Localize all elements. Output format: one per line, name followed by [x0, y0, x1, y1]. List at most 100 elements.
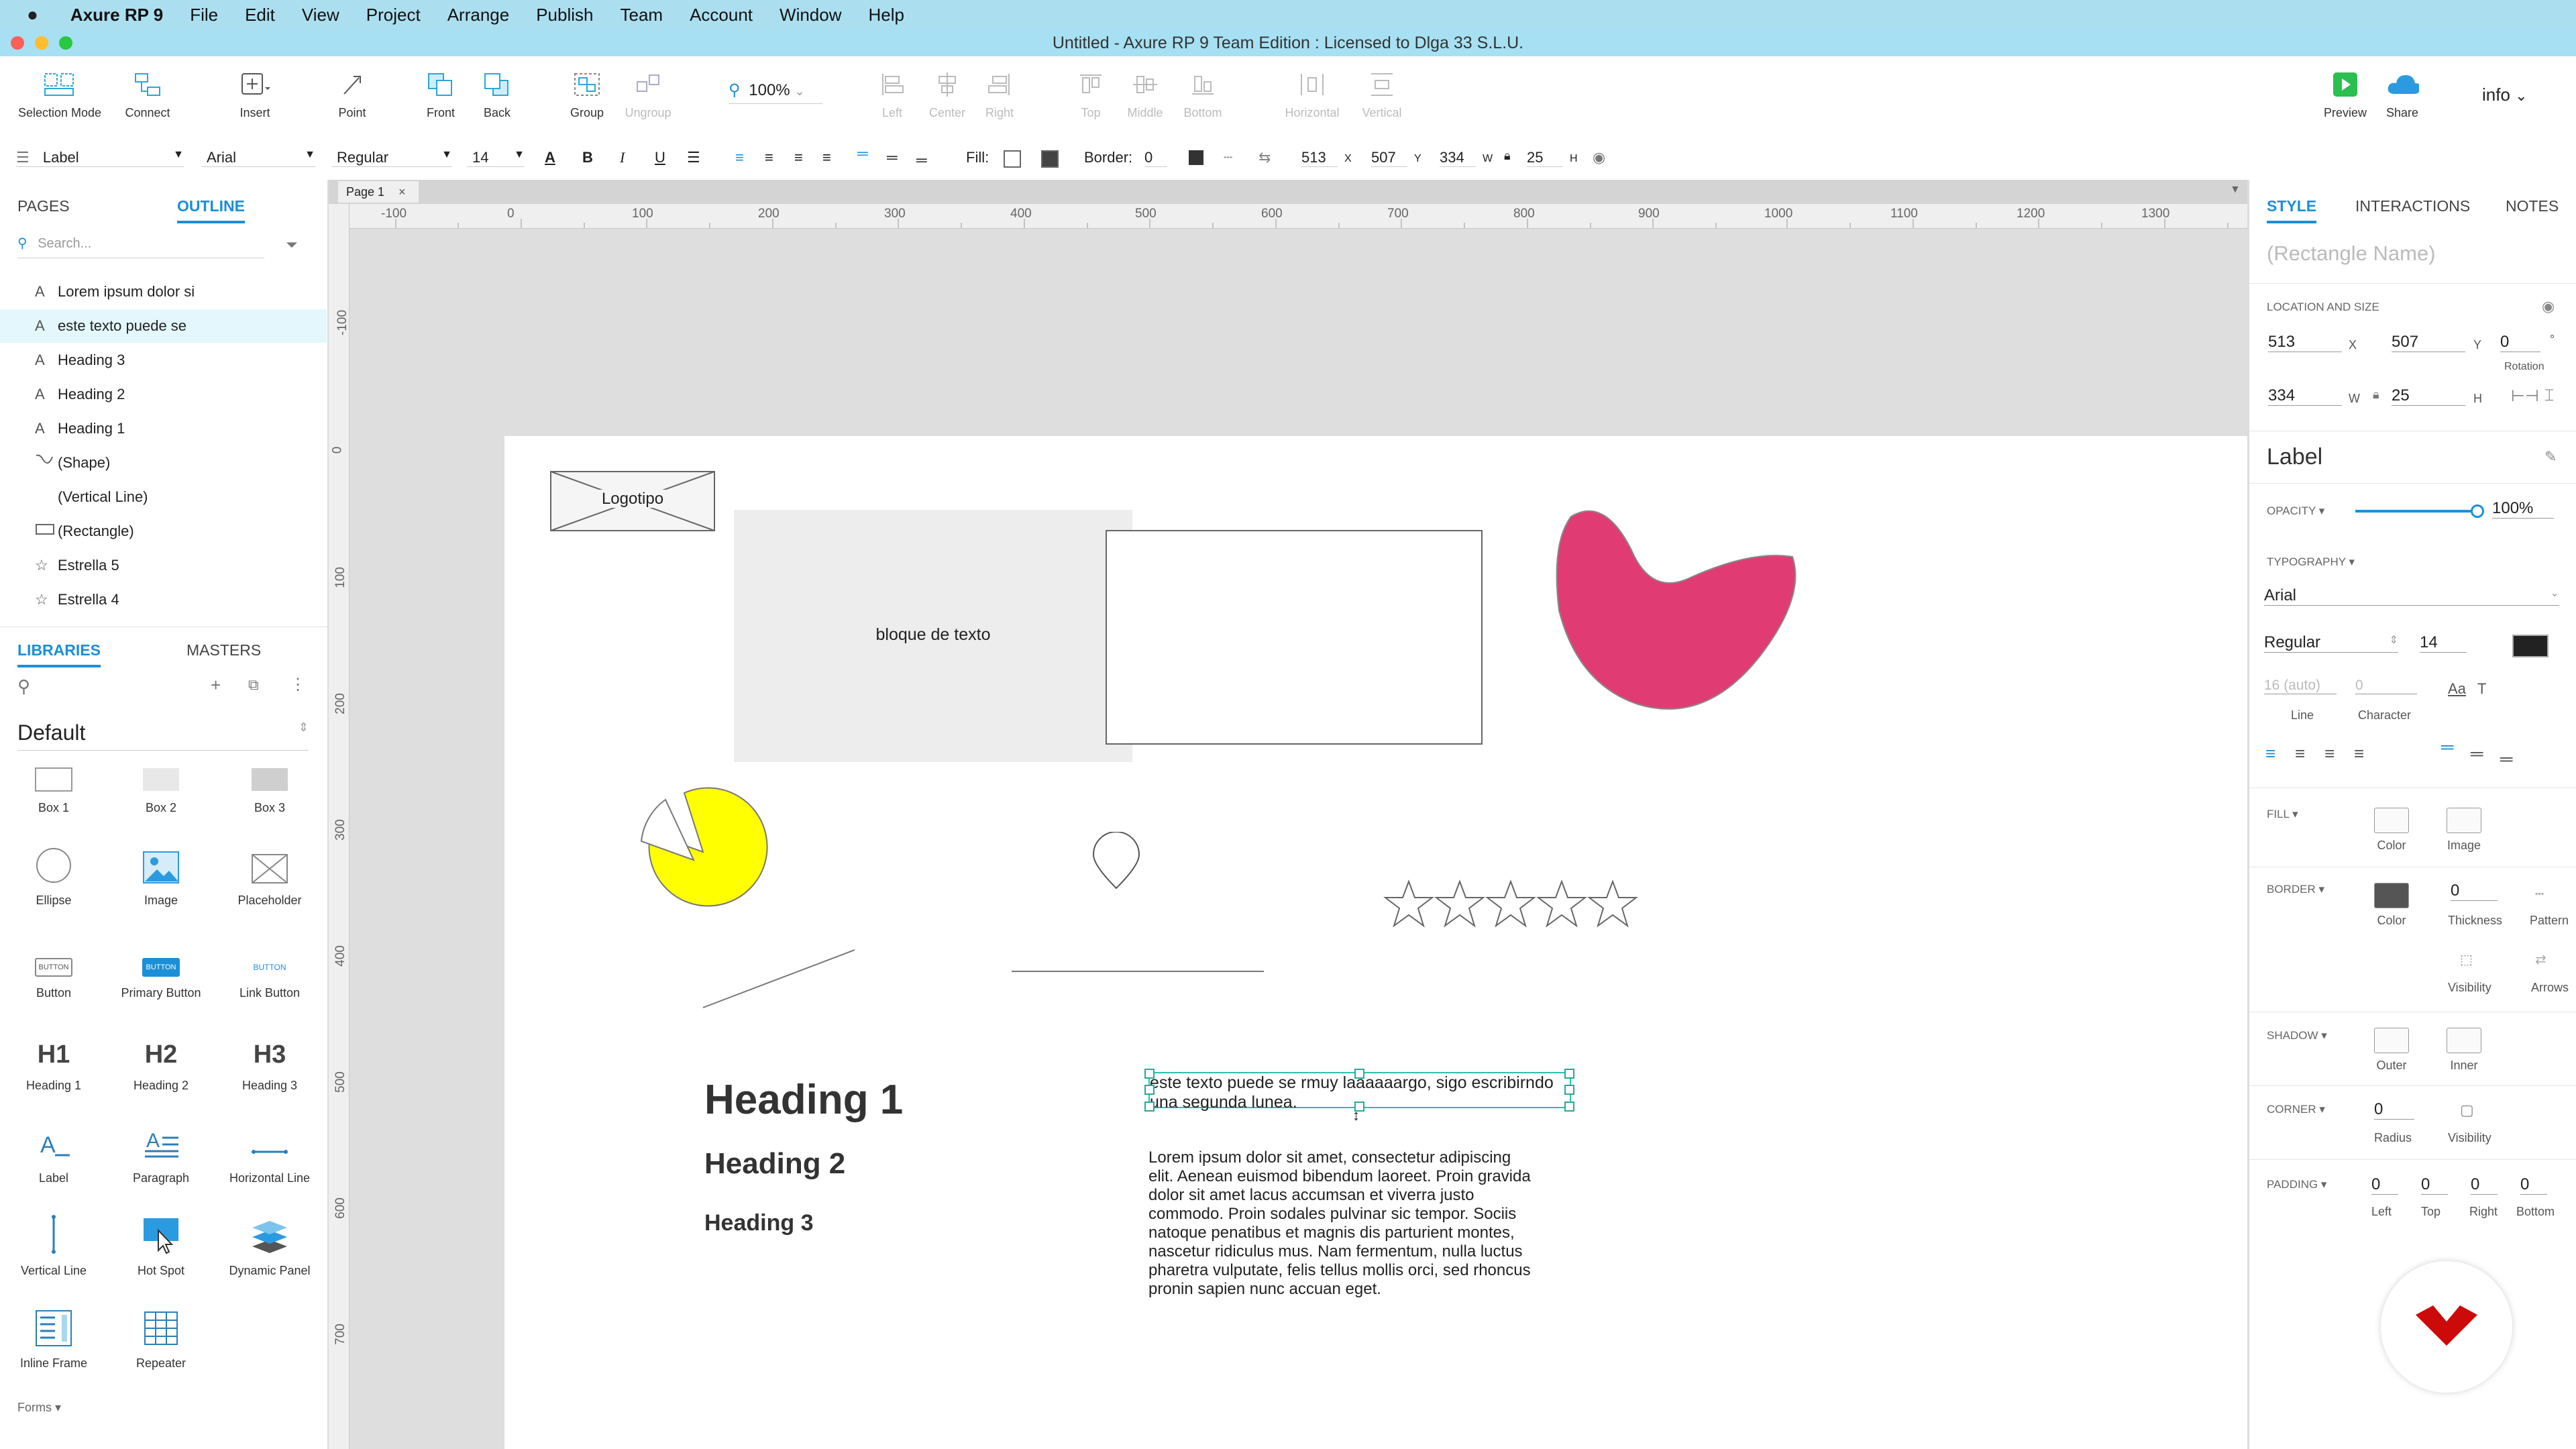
ungroup-button[interactable]: Ungroup	[621, 70, 675, 120]
border-arrows-icon[interactable]: ⇆	[1258, 149, 1271, 166]
widget-dynamic-panel[interactable]: Dynamic Panel	[223, 1208, 317, 1278]
distribute-horizontal-button[interactable]: Horizontal	[1280, 70, 1344, 120]
bullet-list-icon[interactable]: ☰	[687, 149, 700, 166]
outline-item[interactable]: ☆ Estrella 5	[0, 549, 327, 582]
horizontal-line-shape[interactable]	[1012, 971, 1264, 972]
text-block-box[interactable]: bloque de texto	[734, 510, 1132, 762]
resize-handle[interactable]	[1564, 1085, 1574, 1095]
widget-box-1[interactable]: Box 1	[7, 745, 101, 815]
opacity-slider-thumb[interactable]	[2471, 504, 2484, 518]
selection-mode-button[interactable]: Selection Mode	[16, 70, 103, 120]
minimize-window-button[interactable]	[35, 36, 48, 50]
library-search-icon[interactable]: ⚲	[17, 676, 30, 697]
diagonal-line-shape[interactable]	[699, 946, 860, 1013]
menu-publish[interactable]: Publish	[536, 5, 593, 25]
align-right-button[interactable]: Right	[981, 70, 1018, 120]
valign-top-icon[interactable]: ═	[857, 145, 868, 162]
valign-bottom-icon[interactable]: ═	[2500, 749, 2512, 769]
more-options-icon[interactable]: ⋮	[290, 675, 306, 694]
opacity-field[interactable]: 100%	[2492, 499, 2554, 519]
paragraph-text[interactable]: Lorem ipsum dolor sit amet, consectetur …	[1148, 1148, 1531, 1299]
fit-width-icon[interactable]: ⊢⊣	[2511, 386, 2539, 406]
resize-handle[interactable]	[1144, 1069, 1155, 1079]
arrows-icon[interactable]: ⇄	[2535, 951, 2546, 968]
outline-item[interactable]: (Shape)	[0, 446, 327, 480]
design-page[interactable]: Logotipo bloque de texto Heading 1 Headi…	[504, 436, 2247, 1449]
align-middle-button[interactable]: Middle	[1122, 70, 1169, 120]
menu-edit[interactable]: Edit	[245, 5, 275, 25]
border-pattern-icon[interactable]: ┄	[2535, 885, 2544, 903]
align-bottom-button[interactable]: Bottom	[1179, 70, 1226, 120]
widget-heading-1[interactable]: H1 Heading 1	[7, 1022, 101, 1093]
widget-heading-2[interactable]: H2 Heading 2	[114, 1022, 208, 1093]
menu-arrange[interactable]: Arrange	[447, 5, 510, 25]
widget-image[interactable]: Image	[114, 837, 208, 908]
align-text-left-icon[interactable]: ≡	[735, 149, 744, 166]
corner-radius-field[interactable]: 0	[2374, 1100, 2414, 1120]
outline-item-selected[interactable]: Aeste texto puede se	[0, 309, 327, 343]
preview-button[interactable]: Preview	[2318, 70, 2372, 120]
filter-icon[interactable]: ⏷	[286, 236, 298, 254]
outer-shadow-swatch[interactable]	[2374, 1028, 2409, 1053]
menu-account[interactable]: Account	[690, 5, 753, 25]
align-center-icon[interactable]: ≡	[2295, 743, 2305, 764]
widget-primary-button[interactable]: BUTTON Primary Button	[114, 930, 208, 1000]
outline-item[interactable]: A Heading 1	[0, 412, 327, 445]
align-text-center-icon[interactable]: ≡	[765, 149, 773, 166]
outline-item[interactable]: A Heading 3	[0, 343, 327, 377]
align-center-button[interactable]: Center	[926, 70, 969, 120]
heading-3-text[interactable]: Heading 3	[704, 1210, 813, 1236]
widget-paragraph[interactable]: A Paragraph	[114, 1115, 208, 1185]
border-color-swatch[interactable]	[1189, 150, 1203, 165]
heading-2-text[interactable]: Heading 2	[704, 1147, 845, 1181]
visibility-eye-icon[interactable]: ◉	[1593, 149, 1605, 166]
rectangle-shape[interactable]	[1106, 530, 1483, 745]
tab-libraries[interactable]: LIBRARIES	[17, 641, 101, 667]
tab-outline[interactable]: OUTLINE	[177, 197, 245, 223]
fit-height-icon[interactable]: ⌶	[2544, 386, 2554, 405]
opacity-slider-track[interactable]	[2355, 510, 2476, 513]
tab-masters[interactable]: MASTERS	[186, 641, 261, 659]
align-text-right-icon[interactable]: ≡	[794, 149, 803, 166]
widget-heading-3[interactable]: H3 Heading 3	[223, 1022, 317, 1093]
fill-gradient-icon[interactable]	[1041, 150, 1059, 168]
border-thickness-field[interactable]: 0	[2451, 881, 2498, 901]
menu-view[interactable]: View	[302, 5, 339, 25]
padding-top-field[interactable]: 0	[2421, 1175, 2448, 1195]
widget-ellipse[interactable]: Ellipse	[7, 837, 101, 908]
insert-button[interactable]: Insert	[228, 70, 282, 120]
widget-box-3[interactable]: Box 3	[223, 745, 317, 815]
font-weight-select[interactable]: Regular ⇕	[2264, 633, 2398, 653]
tab-interactions[interactable]: INTERACTIONS	[2355, 197, 2470, 215]
widget-label-item[interactable]: A Label	[7, 1115, 101, 1185]
style-dropdown[interactable]: ☰ Label ▼	[16, 149, 184, 167]
y-field[interactable]: 507	[2392, 333, 2465, 352]
text-color-icon[interactable]: A	[545, 149, 555, 166]
resize-handle[interactable]	[1354, 1069, 1364, 1079]
widget-inline-frame[interactable]: Inline Frame	[7, 1300, 101, 1371]
text-color-swatch[interactable]	[2512, 635, 2548, 657]
width-field[interactable]: 334	[2268, 386, 2342, 406]
valign-bottom-icon[interactable]: ═	[916, 152, 927, 169]
align-left-button[interactable]: Left	[873, 70, 911, 120]
widget-name-input[interactable]: (Rectangle Name)	[2267, 241, 2436, 266]
underline-icon[interactable]: U	[655, 149, 665, 166]
tab-overflow-icon[interactable]: ▼	[2230, 184, 2241, 196]
x-input[interactable]: 513	[1301, 149, 1338, 167]
border-color-swatch[interactable]	[2374, 883, 2409, 908]
library-copy-icon[interactable]: ⧉	[248, 676, 259, 694]
font-weight-dropdown[interactable]: Regular ▼	[331, 149, 452, 167]
valign-middle-icon[interactable]: ═	[887, 149, 898, 166]
widget-horizontal-line[interactable]: Horizontal Line	[223, 1115, 317, 1185]
menu-help[interactable]: Help	[869, 5, 904, 25]
menu-project[interactable]: Project	[366, 5, 421, 25]
widget-repeater[interactable]: Repeater	[114, 1300, 208, 1371]
height-field[interactable]: 25	[2392, 386, 2465, 406]
share-button[interactable]: Share	[2379, 70, 2426, 120]
text-format-icon[interactable]: T	[2477, 680, 2486, 698]
pie-chart-shape[interactable]	[636, 785, 777, 912]
visibility-eye-icon[interactable]: ◉	[2542, 298, 2555, 315]
border-thickness-input[interactable]: 0	[1144, 149, 1167, 167]
valign-top-icon[interactable]: ═	[2441, 737, 2453, 757]
close-tab-icon[interactable]: ×	[398, 185, 406, 199]
